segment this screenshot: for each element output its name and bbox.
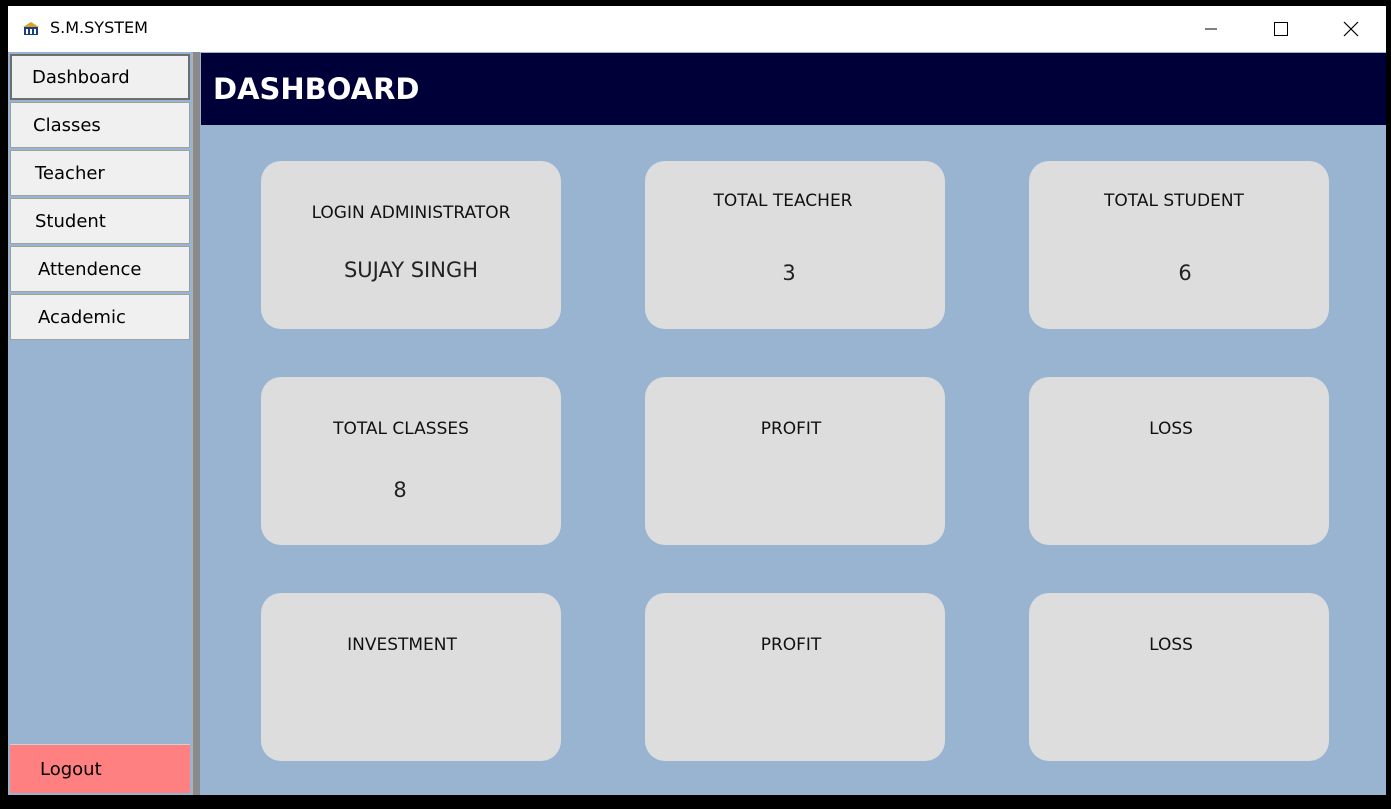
card-login-administrator: LOGIN ADMINISTRATOR SUJAY SINGH [261, 161, 561, 329]
sidebar-item-classes[interactable]: Classes [10, 102, 190, 148]
logout-label: Logout [40, 758, 102, 780]
card-label: INVESTMENT [347, 635, 457, 655]
card-loss-2: LOSS [1029, 593, 1329, 761]
card-label: TOTAL STUDENT [1104, 191, 1244, 211]
card-value: 8 [393, 478, 407, 502]
sidebar-item-label: Dashboard [32, 66, 130, 88]
card-investment: INVESTMENT [261, 593, 561, 761]
card-profit-2: PROFIT [645, 593, 945, 761]
app-window: S.M.SYSTEM Dashboard Classes Teacher Stu… [8, 6, 1386, 795]
sidebar-item-teacher[interactable]: Teacher [10, 150, 190, 196]
card-total-student: TOTAL STUDENT 6 [1029, 161, 1329, 329]
sidebar-item-label: Attendence [38, 258, 142, 280]
sidebar-item-academic[interactable]: Academic [10, 294, 190, 340]
card-value: 6 [1178, 261, 1192, 285]
sidebar-item-label: Teacher [35, 162, 105, 184]
sidebar-splitter [192, 52, 200, 795]
card-label: TOTAL TEACHER [713, 191, 853, 211]
card-label: LOGIN ADMINISTRATOR [311, 203, 511, 223]
page-title: DASHBOARD [213, 72, 420, 106]
card-label: PROFIT [760, 419, 822, 439]
card-value: SUJAY SINGH [343, 258, 479, 282]
sidebar-item-label: Student [35, 210, 106, 232]
page-header: DASHBOARD [201, 53, 1386, 125]
card-profit: PROFIT [645, 377, 945, 545]
logout-button[interactable]: Logout [10, 744, 190, 793]
card-value: 3 [782, 261, 796, 285]
title-bar: S.M.SYSTEM [8, 6, 1386, 52]
card-label: LOSS [1149, 419, 1193, 439]
card-total-classes: TOTAL CLASSES 8 [261, 377, 561, 545]
card-loss: LOSS [1029, 377, 1329, 545]
minimize-button[interactable] [1176, 6, 1246, 52]
card-label: PROFIT [760, 635, 822, 655]
card-label: LOSS [1149, 635, 1193, 655]
card-label: TOTAL CLASSES [333, 419, 469, 439]
sidebar: Dashboard Classes Teacher Student Attend… [8, 52, 192, 795]
app-icon [23, 22, 39, 35]
sidebar-item-dashboard[interactable]: Dashboard [10, 54, 190, 100]
close-button[interactable] [1316, 6, 1386, 52]
maximize-button[interactable] [1246, 6, 1316, 52]
sidebar-item-label: Academic [38, 306, 126, 328]
card-total-teacher: TOTAL TEACHER 3 [645, 161, 945, 329]
close-icon [1343, 21, 1359, 37]
sidebar-item-attendence[interactable]: Attendence [10, 246, 190, 292]
maximize-icon [1274, 22, 1288, 36]
sidebar-item-label: Classes [33, 114, 101, 136]
sidebar-item-student[interactable]: Student [10, 198, 190, 244]
minimize-icon [1205, 28, 1217, 30]
window-title: S.M.SYSTEM [50, 18, 148, 37]
